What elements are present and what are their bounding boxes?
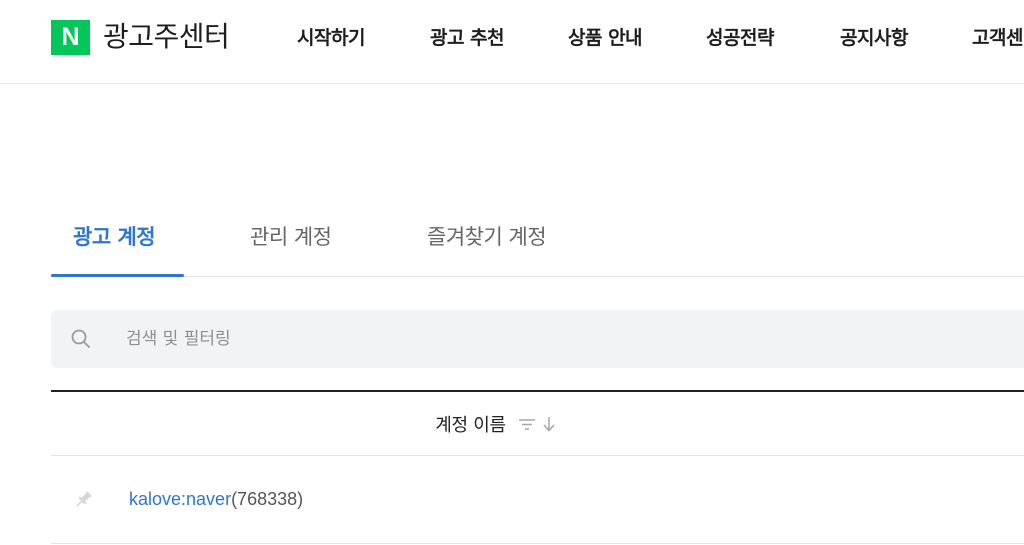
naver-logo[interactable]: N — [51, 20, 90, 55]
top-header: N 광고주센터 시작하기 광고 추천 상품 안내 성공전략 공지사항 고객센터 — [0, 0, 1024, 84]
pin-icon[interactable] — [71, 488, 95, 512]
app-title[interactable]: 광고주센터 — [103, 18, 230, 56]
search-input[interactable] — [126, 324, 726, 354]
filter-icon[interactable] — [518, 417, 536, 431]
active-tab-indicator — [51, 274, 184, 277]
tab-ad-account[interactable]: 광고 계정 — [73, 223, 156, 251]
table-row: kalove:naver(768338) — [51, 456, 1024, 544]
account-id: (768338) — [231, 489, 304, 509]
tab-favorite-account[interactable]: 즐겨찾기 계정 — [427, 223, 547, 251]
tab-manager-account[interactable]: 관리 계정 — [250, 223, 332, 251]
nav-notices[interactable]: 공지사항 — [840, 25, 908, 51]
account-name-cell: kalove:naver(768338) — [129, 486, 303, 512]
nav-customer-center[interactable]: 고객센터 — [972, 25, 1024, 51]
nav-start[interactable]: 시작하기 — [297, 25, 365, 51]
account-table: 계정 이름 kalove:naver(768338) — [51, 390, 1024, 544]
nav-ad-recommend[interactable]: 광고 추천 — [430, 25, 505, 51]
table-header: 계정 이름 — [51, 390, 1024, 456]
search-bar[interactable] — [51, 310, 1024, 368]
arrow-down-icon[interactable] — [541, 415, 557, 433]
account-name-link[interactable]: kalove:naver — [129, 489, 231, 509]
nav-success-strategy[interactable]: 성공전략 — [706, 25, 774, 51]
nav-product-info[interactable]: 상품 안내 — [568, 25, 643, 51]
account-tabs: 광고 계정 관리 계정 즐겨찾기 계정 — [51, 205, 1024, 277]
search-icon — [71, 329, 90, 348]
sort-controls[interactable] — [518, 415, 557, 433]
column-header-label: 계정 이름 — [435, 415, 506, 436]
column-header-account-name[interactable]: 계정 이름 — [51, 392, 941, 456]
